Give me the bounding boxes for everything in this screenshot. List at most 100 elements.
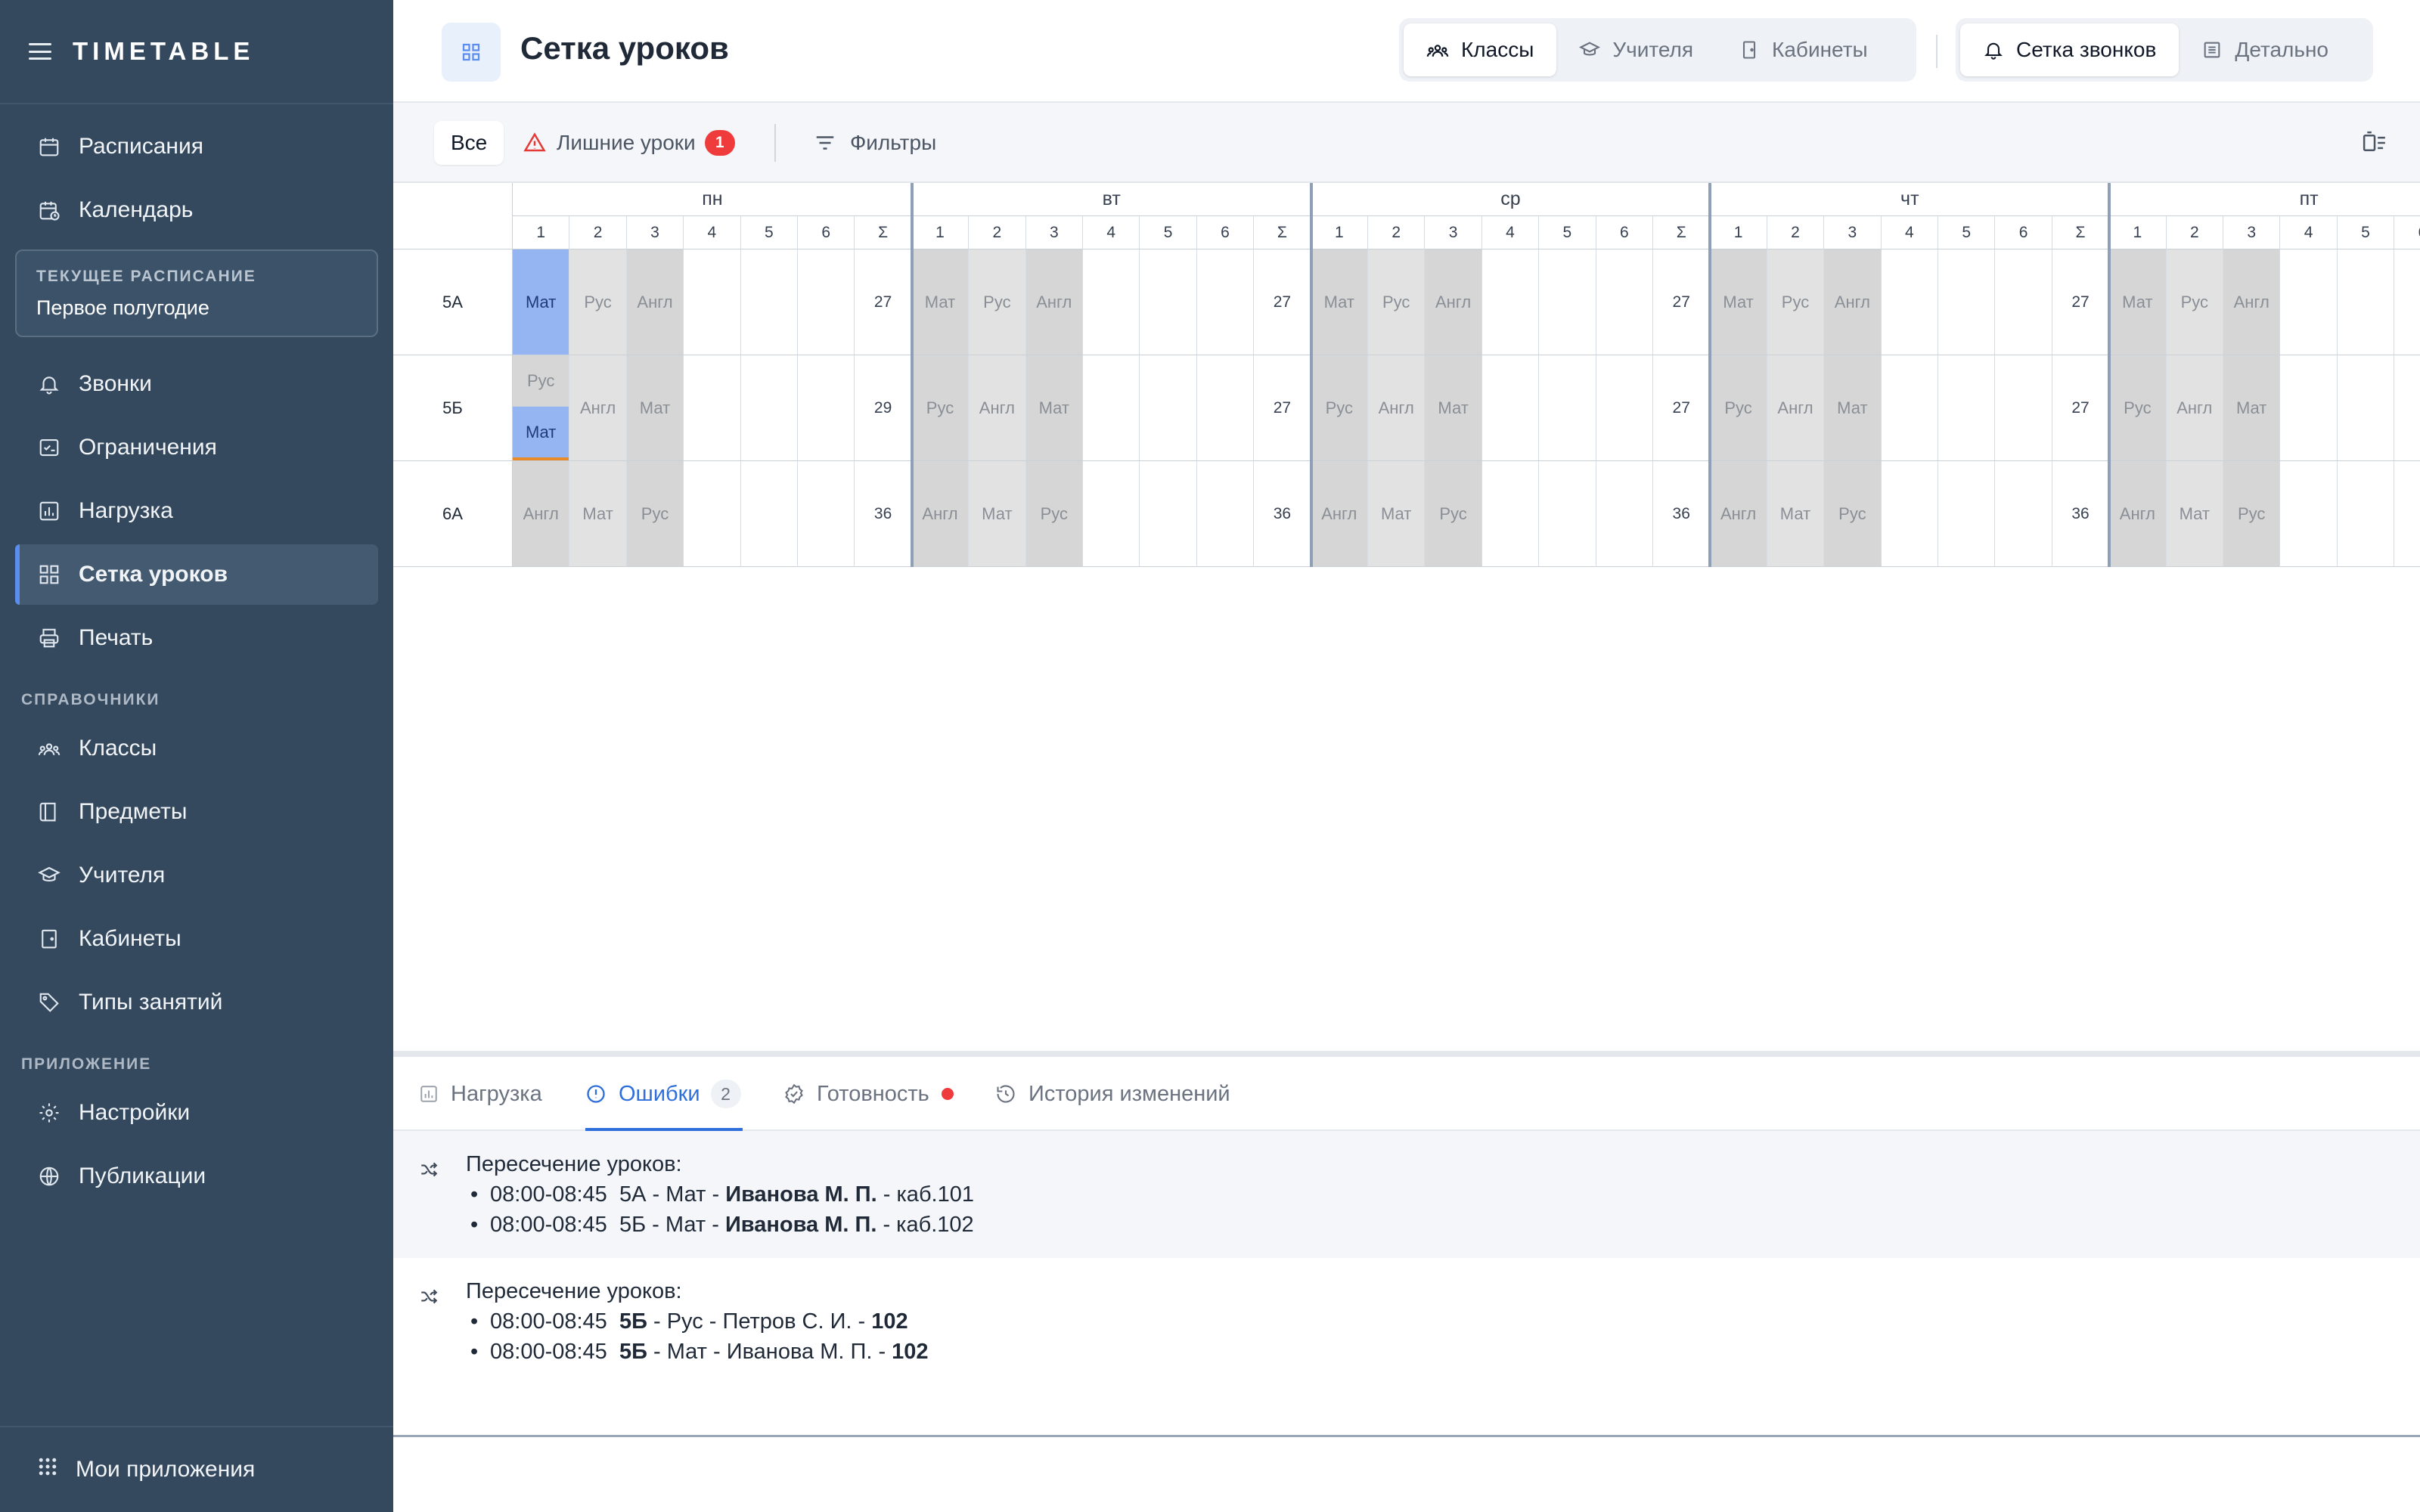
sidebar-item-load[interactable]: Нагрузка <box>15 481 378 541</box>
sidebar-item-calendar[interactable]: Календарь <box>15 180 378 240</box>
lesson-cell[interactable] <box>2394 249 2420 355</box>
lesson-cell[interactable]: Рус <box>2109 355 2167 461</box>
lesson-cell[interactable] <box>684 355 741 461</box>
lesson-cell[interactable]: Рус <box>1824 461 1882 567</box>
lesson-cell[interactable] <box>2394 355 2420 461</box>
sidebar-item-publications[interactable]: Публикации <box>15 1146 378 1207</box>
lesson-cell[interactable]: Рус <box>1425 461 1482 567</box>
tab-rooms[interactable]: Кабинеты <box>1716 23 1891 76</box>
lesson-cell[interactable] <box>1140 249 1197 355</box>
lesson-cell[interactable]: Англ <box>1311 461 1368 567</box>
panel-resize-handle[interactable] <box>393 1051 2420 1057</box>
my-apps-button[interactable]: Мои приложения <box>0 1426 393 1512</box>
lesson-cell[interactable]: Рус <box>1311 355 1368 461</box>
lesson-cell[interactable]: Англ <box>969 355 1026 461</box>
lesson-cell[interactable]: Англ <box>569 355 627 461</box>
lesson-cell[interactable]: Англ <box>626 249 684 355</box>
lesson-cell[interactable]: Мат <box>626 355 684 461</box>
lesson-cell[interactable]: Мат <box>1368 461 1426 567</box>
lesson-cell[interactable] <box>2337 249 2395 355</box>
lesson-cell[interactable] <box>1196 461 1255 567</box>
lesson-cell[interactable]: Рус <box>1710 355 1767 461</box>
tab-readiness[interactable]: Готовность <box>783 1057 954 1131</box>
lesson-cell[interactable]: Мат <box>569 461 627 567</box>
lesson-cell[interactable]: Англ <box>2223 249 2281 355</box>
lesson-cell[interactable]: Рус <box>626 461 684 567</box>
lesson-cell[interactable] <box>1995 249 2052 355</box>
lesson-cell[interactable] <box>1481 249 1540 355</box>
lesson-cell[interactable]: Рус <box>1025 461 1083 567</box>
lesson-cell[interactable]: Рус <box>969 249 1026 355</box>
lesson-cell[interactable]: Англ <box>2109 461 2167 567</box>
lesson-cell[interactable] <box>740 249 798 355</box>
filter-all-button[interactable]: Все <box>434 121 504 165</box>
sidebar-item-settings[interactable]: Настройки <box>15 1083 378 1143</box>
lesson-cell[interactable]: Мат <box>1824 355 1882 461</box>
lesson-cell[interactable]: Мат <box>2109 249 2167 355</box>
lesson-cell[interactable] <box>2280 355 2338 461</box>
lesson-cell[interactable] <box>2280 461 2338 567</box>
lesson-cell[interactable]: Мат <box>1767 461 1825 567</box>
lesson-cell[interactable] <box>1083 249 1140 355</box>
lesson-cell[interactable] <box>2337 461 2395 567</box>
lesson-cell[interactable] <box>740 461 798 567</box>
sidebar-item-constraints[interactable]: Ограничения <box>15 417 378 478</box>
lesson-cell[interactable]: Англ <box>1824 249 1882 355</box>
lesson-cell[interactable]: Мат <box>911 249 970 355</box>
hamburger-menu-icon[interactable] <box>29 43 51 60</box>
lesson-cell[interactable] <box>1881 461 1938 567</box>
lesson-cell[interactable]: Англ <box>1025 249 1083 355</box>
lesson-slot-selected[interactable]: Мат <box>513 407 569 460</box>
lesson-cell[interactable] <box>1539 249 1596 355</box>
sidebar-item-schedules[interactable]: Расписания <box>15 116 378 177</box>
lesson-cell[interactable]: Мат <box>1710 249 1767 355</box>
lesson-cell[interactable]: Англ <box>1710 461 1767 567</box>
tab-errors[interactable]: Ошибки 2 <box>585 1057 743 1131</box>
lesson-cell[interactable] <box>684 249 741 355</box>
lesson-cell[interactable]: Мат <box>2223 355 2281 461</box>
current-schedule-selector[interactable]: ТЕКУЩЕЕ РАСПИСАНИЕ Первое полугодие <box>15 249 378 337</box>
lesson-cell[interactable] <box>1140 355 1197 461</box>
lesson-cell[interactable] <box>1995 355 2052 461</box>
lesson-cell[interactable] <box>798 355 855 461</box>
lesson-cell[interactable] <box>1539 355 1596 461</box>
lesson-slot[interactable]: Рус <box>513 355 569 407</box>
lesson-cell[interactable] <box>1596 461 1653 567</box>
lesson-cell[interactable] <box>798 249 855 355</box>
lesson-cell[interactable]: Англ <box>2166 355 2223 461</box>
filters-button[interactable]: Фильтры <box>814 121 936 165</box>
lesson-cell[interactable]: Мат <box>969 461 1026 567</box>
lesson-cell[interactable] <box>1481 461 1540 567</box>
lesson-cell[interactable]: Рус <box>1767 249 1825 355</box>
lesson-cell[interactable]: Рус <box>2166 249 2223 355</box>
lesson-cell[interactable] <box>1881 355 1938 461</box>
extra-lessons-button[interactable]: Лишние уроки 1 <box>523 121 735 165</box>
lesson-cell[interactable] <box>1596 249 1653 355</box>
lesson-cell[interactable] <box>1596 355 1653 461</box>
lesson-cell[interactable] <box>1881 249 1938 355</box>
tab-detailed[interactable]: Детально <box>2179 23 2351 76</box>
sidebar-item-bells[interactable]: Звонки <box>15 354 378 414</box>
clear-list-icon[interactable] <box>2361 130 2388 156</box>
lesson-cell[interactable]: Мат <box>1311 249 1368 355</box>
lesson-cell[interactable] <box>2337 355 2395 461</box>
lesson-cell[interactable] <box>2394 461 2420 567</box>
lesson-cell[interactable]: Мат <box>1425 355 1482 461</box>
lesson-cell[interactable] <box>1938 249 1996 355</box>
lesson-cell[interactable]: Рус <box>2223 461 2281 567</box>
lesson-cell[interactable]: Рус <box>1368 249 1426 355</box>
tab-teachers[interactable]: Учителя <box>1556 23 1716 76</box>
tab-classes[interactable]: Классы <box>1404 23 1557 76</box>
tab-bell-grid[interactable]: Сетка звонков <box>1960 23 2180 76</box>
sidebar-item-rooms[interactable]: Кабинеты <box>15 909 378 969</box>
lesson-cell[interactable] <box>1196 355 1255 461</box>
lesson-cell[interactable]: Рус <box>569 249 627 355</box>
tab-load[interactable]: Нагрузка <box>419 1057 542 1131</box>
lesson-cell[interactable]: Англ <box>1767 355 1825 461</box>
lesson-cell[interactable]: Мат <box>513 249 570 355</box>
lesson-cell[interactable] <box>1140 461 1197 567</box>
sidebar-item-teachers[interactable]: Учителя <box>15 845 378 906</box>
lesson-cell[interactable] <box>1481 355 1540 461</box>
lesson-cell[interactable]: Рус <box>911 355 970 461</box>
sidebar-item-lesson-grid[interactable]: Сетка уроков <box>15 544 378 605</box>
